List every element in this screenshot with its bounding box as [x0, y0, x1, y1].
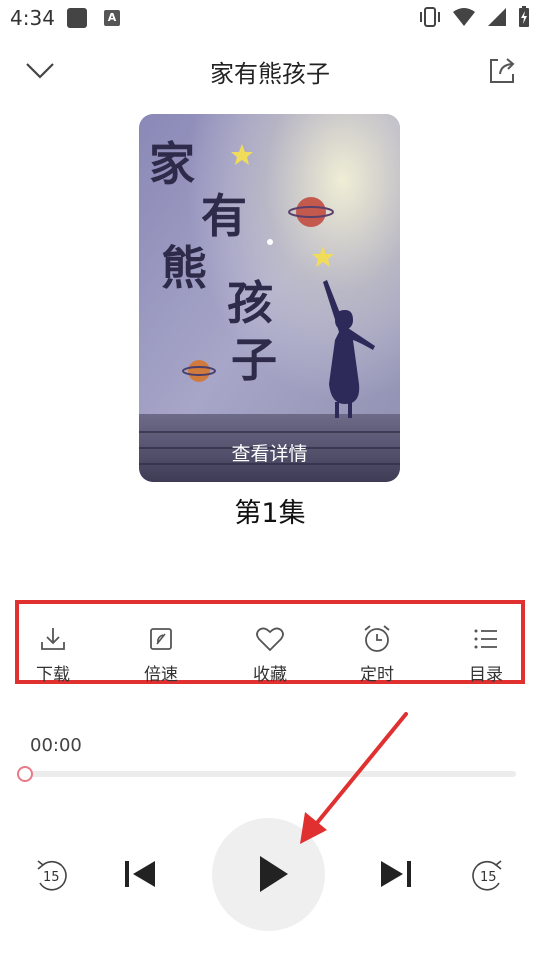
cover-char-2: 有	[201, 189, 247, 243]
favorite-button[interactable]: 收藏	[230, 622, 310, 685]
previous-button[interactable]	[118, 852, 162, 896]
speed-button[interactable]: 倍速	[121, 622, 201, 685]
share-button[interactable]	[484, 52, 520, 88]
progress-knob[interactable]	[17, 766, 33, 782]
current-time: 00:00	[30, 735, 82, 756]
battery-icon	[519, 6, 529, 27]
rewind-15-button[interactable]: 15	[30, 855, 76, 895]
speed-icon	[150, 628, 172, 650]
skip-next-icon	[381, 861, 411, 887]
play-icon	[260, 856, 288, 892]
forward-seconds: 15	[480, 870, 497, 885]
status-time: 4:34	[10, 6, 55, 30]
forward-icon: 15	[472, 860, 502, 891]
episode-title: 第1集	[234, 498, 306, 529]
list-icon	[474, 629, 497, 649]
signal-icon	[488, 8, 506, 26]
forward-15-button[interactable]: 15	[463, 855, 509, 895]
cover-char-3: 熊	[161, 241, 207, 295]
notification-icon	[67, 8, 87, 28]
next-button[interactable]	[374, 852, 418, 896]
heart-icon	[256, 627, 284, 652]
share-icon	[490, 58, 515, 83]
page-title: 家有熊孩子	[210, 60, 330, 88]
vibrate-icon	[420, 7, 440, 27]
download-button[interactable]: 下载	[13, 622, 93, 685]
playlist-label: 目录	[469, 665, 503, 685]
header: 家有熊孩子	[0, 40, 540, 100]
timer-button[interactable]: 定时	[337, 622, 417, 685]
rewind-icon: 15	[37, 860, 67, 891]
timer-label: 定时	[360, 665, 394, 685]
download-icon	[41, 628, 65, 650]
progress-bar[interactable]	[25, 771, 516, 777]
playlist-button[interactable]: 目录	[446, 622, 526, 685]
download-label: 下载	[36, 665, 70, 685]
status-bar: 4:34 A	[0, 0, 540, 36]
alarm-clock-icon	[364, 625, 390, 652]
cover-char-5: 子	[231, 333, 277, 387]
cover-char-1: 家	[149, 137, 195, 191]
a-badge-icon: A	[104, 10, 120, 26]
album-cover[interactable]: 家 有 熊 孩 子 查看详情	[139, 114, 400, 482]
favorite-label: 收藏	[253, 665, 287, 685]
play-icon-wrap	[248, 850, 296, 898]
cover-char-4: 孩	[227, 276, 273, 330]
skip-previous-icon	[125, 861, 155, 887]
rewind-seconds: 15	[43, 870, 60, 885]
speed-label: 倍速	[144, 665, 178, 685]
view-details-link[interactable]: 查看详情	[139, 439, 400, 466]
status-icons	[418, 6, 530, 28]
cover-artwork: 家 有 熊 孩 子	[139, 114, 400, 482]
wifi-icon	[453, 8, 475, 26]
